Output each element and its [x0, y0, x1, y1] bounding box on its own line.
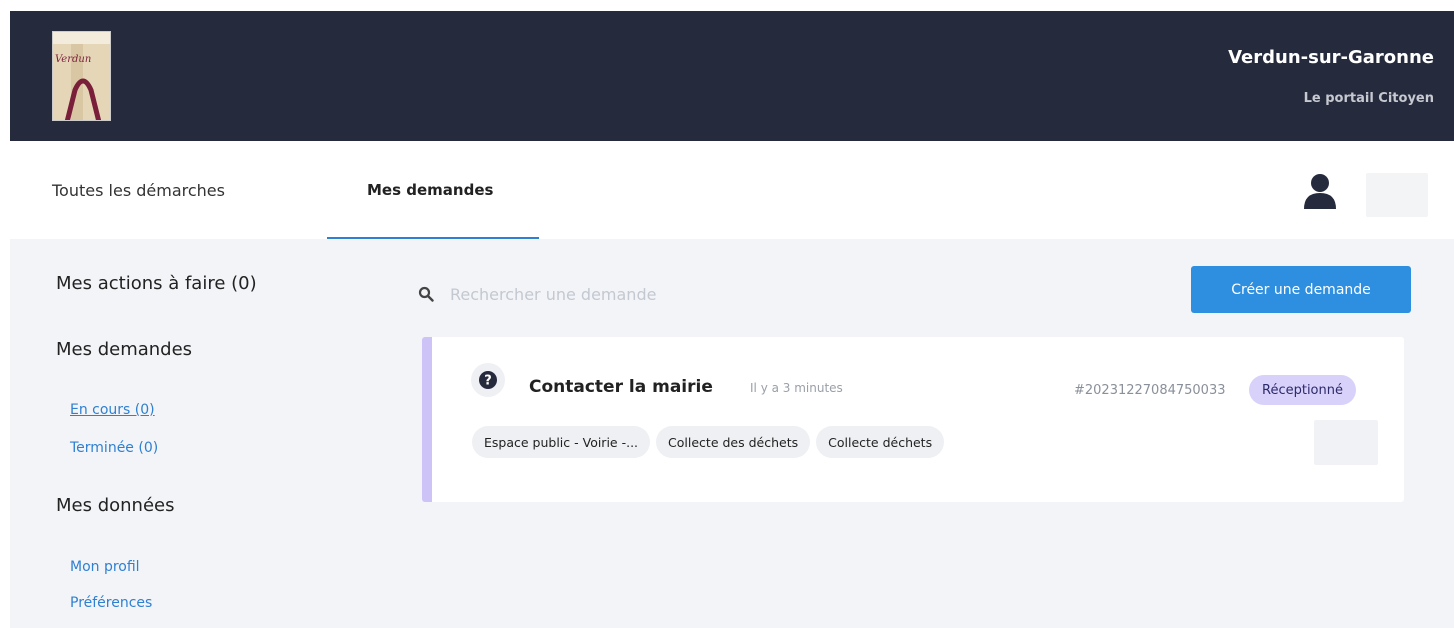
logo-arch-icon: [53, 44, 110, 120]
sidebar-link-preferences[interactable]: Préférences: [70, 595, 152, 611]
request-action-box[interactable]: [1314, 420, 1378, 465]
request-tag: Collecte déchets: [816, 426, 945, 458]
status-badge: Réceptionné: [1249, 375, 1356, 405]
request-time: Il y a 3 minutes: [750, 381, 843, 395]
verdun-logo[interactable]: Verdun: [52, 31, 111, 121]
request-title[interactable]: Contacter la mairie: [529, 377, 713, 397]
sidebar-link-profile[interactable]: Mon profil: [70, 559, 140, 575]
user-menu-box[interactable]: [1366, 173, 1428, 217]
main-content: Mes actions à faire (0) Mes demandes En …: [10, 239, 1454, 628]
sidebar-link-finished[interactable]: Terminée (0): [70, 440, 158, 456]
sidebar-link-in-progress[interactable]: En cours (0): [70, 402, 155, 418]
search-icon: [418, 286, 434, 302]
request-tag: Collecte des déchets: [656, 426, 811, 458]
top-strip: [0, 0, 1454, 11]
request-tag: Espace public - Voirie -...: [472, 426, 651, 458]
data-heading: Mes données: [56, 495, 175, 516]
requests-heading: Mes demandes: [56, 339, 193, 360]
site-name: Verdun-sur-Garonne: [1228, 47, 1434, 68]
logo-word: Verdun: [55, 54, 92, 65]
tab-my-requests-label: Mes demandes: [367, 181, 494, 199]
site-header: Verdun Verdun-sur-Garonne Le portail Cit…: [10, 11, 1454, 141]
user-icon[interactable]: [1300, 171, 1340, 211]
tab-my-requests[interactable]: Mes demandes: [327, 141, 539, 239]
tab-all-procedures[interactable]: Toutes les démarches: [52, 141, 225, 239]
actions-heading[interactable]: Mes actions à faire (0): [56, 273, 257, 294]
question-circle-icon: ?: [471, 363, 505, 397]
svg-text:?: ?: [484, 374, 492, 389]
search-input[interactable]: [450, 277, 1050, 311]
request-card[interactable]: ? Contacter la mairie Il y a 3 minutes #…: [422, 337, 1404, 502]
main-nav: Toutes les démarches Mes demandes: [10, 141, 1454, 239]
request-tags: Espace public - Voirie -... Collecte des…: [472, 426, 945, 458]
create-request-button[interactable]: Créer une demande: [1191, 266, 1411, 313]
site-subtitle: Le portail Citoyen: [1303, 91, 1434, 106]
request-id: #20231227084750033: [1074, 383, 1226, 398]
